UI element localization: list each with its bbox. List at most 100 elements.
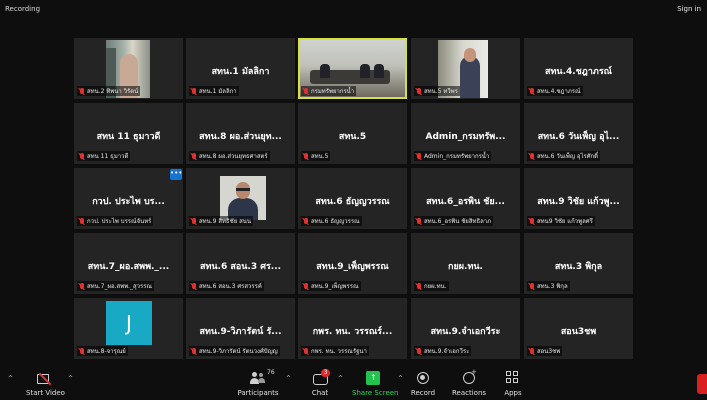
participant-display-name: สทน 11 ธุมาวดี	[96, 132, 161, 142]
participant-name-tag: สทน.3 พิกุล	[527, 281, 570, 291]
participant-name-label: กพร. ทน. วรรณรัฐนา	[311, 348, 367, 355]
participant-display-name: สทน.6 สอน.3 ศร...	[199, 262, 282, 272]
video-options-caret-icon[interactable]: ^	[68, 375, 73, 382]
participant-tile[interactable]: สทน.5 ทวีพร	[411, 38, 520, 99]
mic-muted-icon	[191, 87, 197, 95]
participant-tile[interactable]: สทน.6_อรพิน ชัย... สทน.6_อรพิน ชัยสิทธิลา…	[411, 168, 520, 229]
participant-tile[interactable]: สทน.3 พิกุล สทน.3 พิกุล	[524, 233, 633, 294]
mic-muted-icon	[416, 152, 422, 160]
participant-tile[interactable]: สทน.4.ชฎาภรณ์ สทน.4.ชฎาภรณ์	[524, 38, 633, 99]
participant-tile[interactable]: สทน 11 ธุมาวดี สทน 11 ธุมาวดี	[74, 103, 183, 164]
participant-name-label: สทน9 วิชัย แก้วพูลศรี	[537, 218, 593, 225]
participant-tile[interactable]: กยผ.ทน. กยผ.ทน.	[411, 233, 520, 294]
participant-tile[interactable]: สทน.1 มัลลิกา สทน.1 มัลลิกา	[186, 38, 295, 99]
record-button[interactable]: Record	[410, 371, 436, 399]
participants-button[interactable]: 76 Participants	[236, 369, 280, 399]
reactions-button[interactable]: + Reactions	[452, 368, 486, 399]
participant-name-tag: สทน.7_ผอ.สพพ._สุวรรณ	[77, 281, 154, 291]
participant-gallery: สทน.2 ทิพนา วิรัตน์ สทน.1 มัลลิกา สทน.1 มั…	[74, 38, 633, 359]
participant-name-label: สทน.5	[311, 153, 329, 160]
mic-muted-icon	[79, 217, 85, 225]
participant-name-label: สทน.9.จำเอกวีระ	[424, 348, 470, 355]
mic-muted-icon	[529, 217, 535, 225]
participant-name-label: สทน.6_อรพิน ชัยสิทธิลาภ	[424, 218, 492, 225]
share-options-caret-icon[interactable]: ^	[398, 375, 403, 382]
participant-tile[interactable]: สทน.7_ผอ.สพพ._... สทน.7_ผอ.สพพ._สุวรรณ	[74, 233, 183, 294]
mic-muted-icon	[529, 87, 535, 95]
mic-muted-icon	[529, 282, 535, 290]
participant-name-label: กรมทรัพยากรน้ำ	[311, 88, 355, 95]
share-screen-icon: ↑	[366, 371, 380, 385]
participant-tile[interactable]: สทน.5 สทน.5	[298, 103, 407, 164]
participant-display-name: สทน.3 พิกุล	[554, 262, 603, 272]
participant-tile[interactable]: สทน.9-วิภารัตน์ รั... สทน.9-วิภารัตน์ รัต…	[186, 298, 295, 359]
start-video-button[interactable]: Start Video	[26, 371, 65, 399]
participant-tile[interactable]: สทน.9.จำเอกวีระ สทน.9.จำเอกวีระ	[411, 298, 520, 359]
participant-tile[interactable]: สทน.9 วิชัย แก้วพู... สทน9 วิชัย แก้วพูลศ…	[524, 168, 633, 229]
participant-name-label: สทน.9_เพ็ญพรรณ	[311, 283, 359, 290]
participant-name-label: สทน.6 ธัญญวรรณ	[311, 218, 360, 225]
participant-display-name: สทน.1 มัลลิกา	[211, 67, 270, 77]
end-meeting-button[interactable]	[697, 374, 707, 394]
participant-name-tag: สทน.8-จารุณย์	[77, 346, 128, 356]
participant-name-tag: สทน.5 ทวีพร	[414, 86, 460, 96]
participant-tile[interactable]: สอน3ชพ สอน3ชพ	[524, 298, 633, 359]
participant-tile[interactable]: สทน.9_เพ็ญพรรณ สทน.9_เพ็ญพรรณ	[298, 233, 407, 294]
mic-muted-icon	[529, 152, 535, 160]
participant-display-name: สทน.9_เพ็ญพรรณ	[316, 262, 389, 272]
participant-tile[interactable]: สทน.6 วันเพ็ญ อุไ... สทน.6 วันเพ็ญ อุไรศั…	[524, 103, 633, 164]
chat-options-caret-icon[interactable]: ^	[338, 375, 343, 382]
participant-tile[interactable]: สทน.2 ทิพนา วิรัตน์	[74, 38, 183, 99]
participant-tile[interactable]: สทน.6 ธัญญวรรณ สทน.6 ธัญญวรรณ	[298, 168, 407, 229]
participant-name-label: สทน.5 ทวีพร	[424, 88, 458, 95]
participant-display-name: กพร. ทน. วรรณร์...	[312, 327, 393, 337]
participant-display-name: สทน.6 ธัญญวรรณ	[315, 197, 390, 207]
participant-name-tag: กพร. ทน. วรรณรัฐนา	[301, 346, 369, 356]
apps-button[interactable]: Apps	[502, 371, 524, 399]
participant-tile[interactable]: Admin_กรมทรัพ... Admin_กรมทรัพยากรน้ำ	[411, 103, 520, 164]
mic-muted-icon	[79, 152, 85, 160]
participant-name-label: Admin_กรมทรัพยากรน้ำ	[424, 153, 490, 160]
participant-display-name: สทน.9.จำเอกวีระ	[430, 327, 501, 337]
mic-muted-icon	[529, 347, 535, 355]
participant-tile[interactable]: สทน.8 ผอ.ส่วนยุท... สทน.8 ผอ.ส่วนยุทธศาสต…	[186, 103, 295, 164]
participant-name-tag: สทน.6 วันเพ็ญ อุไรศักดิ์	[527, 151, 601, 161]
mic-muted-icon	[303, 282, 309, 290]
more-options-icon[interactable]: •••	[170, 169, 182, 180]
participant-name-tag: สทน.9 สิทธิชัย สนน	[189, 216, 253, 226]
participant-display-name: สทน.5	[338, 132, 367, 142]
chat-label: Chat	[311, 389, 329, 397]
apps-icon	[506, 371, 520, 385]
participant-name-label: กยผ.ทน.	[424, 283, 447, 290]
participant-video	[220, 176, 266, 220]
participant-name-label: สทน 11 ธุมาวดี	[87, 153, 129, 160]
participant-tile[interactable]: สทน.6 สอน.3 ศร... สทน.6 สอน.3 ศรสวรรค์	[186, 233, 295, 294]
participant-tile[interactable]: กพร. ทน. วรรณร์... กพร. ทน. วรรณรัฐนา	[298, 298, 407, 359]
participant-tile[interactable]: J สทน.8-จารุณย์	[74, 298, 183, 359]
participant-display-name: สทน.9-วิภารัตน์ รั...	[199, 327, 282, 337]
sign-in-link[interactable]: Sign in	[677, 5, 701, 13]
participant-display-name: กยผ.ทน.	[448, 262, 483, 272]
participant-tile[interactable]: กรมทรัพยากรน้ำ	[298, 38, 407, 99]
participant-name-tag: สทน.6_อรพิน ชัยสิทธิลาภ	[414, 216, 494, 226]
record-label: Record	[410, 389, 436, 397]
participant-name-tag: สทน.9_เพ็ญพรรณ	[301, 281, 361, 291]
chat-button[interactable]: 3 Chat	[306, 369, 334, 399]
mic-muted-icon	[416, 282, 422, 290]
participant-display-name: สทน.4.ชฎาภรณ์	[545, 67, 612, 77]
participants-options-caret-icon[interactable]: ^	[286, 375, 291, 382]
participant-name-tag: สทน.1 มัลลิกา	[189, 86, 239, 96]
participant-name-label: สทน.9-วิภารัตน์ รัตนวงศ์ปัญญ	[199, 348, 278, 355]
start-video-label: Start Video	[26, 389, 65, 397]
participant-tile[interactable]: สทน.9 สิทธิชัย สนน	[186, 168, 295, 229]
apps-label: Apps	[504, 389, 522, 397]
share-screen-button[interactable]: ↑ Share Screen	[352, 371, 399, 399]
participant-name-tag: สทน.4.ชฎาภรณ์	[527, 86, 583, 96]
participant-tile[interactable]: ••• กวป. ประไพ บร... กวป. ประไพ บรรณ์จันทร…	[74, 168, 183, 229]
audio-options-caret-icon[interactable]: ^	[8, 375, 13, 382]
participant-name-tag: กรมทรัพยากรน้ำ	[301, 86, 357, 96]
participant-name-label: สอน3ชพ	[537, 348, 561, 355]
participant-name-label: สทน.2 ทิพนา วิรัตน์	[87, 88, 139, 95]
participant-name-label: สทน.8-จารุณย์	[87, 348, 126, 355]
mic-muted-icon	[191, 152, 197, 160]
